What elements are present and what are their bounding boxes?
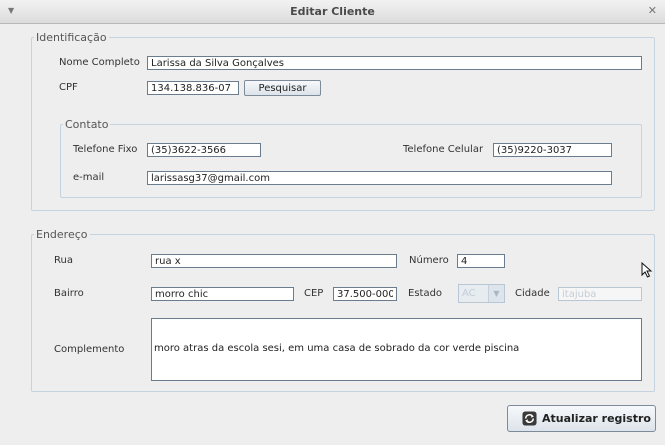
bairro-input[interactable] [151, 287, 294, 301]
rua-label: Rua [54, 255, 73, 266]
mouse-pointer-icon [641, 262, 653, 278]
window-title: Editar Cliente [290, 5, 375, 18]
telefone-fixo-label: Telefone Fixo [73, 144, 138, 155]
nome-label: Nome Completo [59, 57, 140, 68]
cep-input[interactable] [333, 287, 397, 301]
email-input[interactable] [147, 171, 612, 185]
rua-input[interactable] [151, 254, 397, 268]
bairro-label: Bairro [54, 288, 84, 299]
estado-value: AC [462, 288, 476, 299]
telefone-celular-label: Telefone Celular [403, 144, 484, 155]
identificacao-legend: Identificação [36, 31, 107, 44]
cpf-input[interactable] [147, 81, 239, 95]
telefone-celular-input[interactable] [493, 143, 612, 157]
atualizar-registro-button[interactable]: Atualizar registro [507, 405, 656, 432]
cpf-label: CPF [59, 82, 78, 93]
contato-group: Contato [60, 118, 642, 198]
endereco-legend: Endereço [36, 228, 88, 241]
close-icon[interactable]: ✕ [648, 4, 657, 17]
cidade-input[interactable] [558, 287, 642, 301]
cep-label: CEP [304, 288, 324, 299]
email-label: e-mail [73, 172, 105, 183]
complemento-textarea[interactable]: moro atras da escola sesi, em uma casa d… [151, 318, 642, 381]
complemento-label: Complemento [54, 344, 125, 355]
estado-label: Estado [408, 288, 443, 299]
refresh-icon [522, 411, 537, 426]
cidade-label: Cidade [515, 288, 550, 299]
pesquisar-button[interactable]: Pesquisar [244, 80, 321, 96]
estado-select[interactable]: AC ▼ [458, 284, 505, 303]
nome-completo-input[interactable] [147, 56, 642, 70]
numero-input[interactable] [457, 254, 505, 268]
title-bar: ▼ Editar Cliente ✕ [0, 0, 665, 24]
contato-legend: Contato [65, 118, 109, 131]
chevron-down-icon[interactable]: ▼ [488, 285, 504, 302]
telefone-fixo-input[interactable] [147, 143, 261, 157]
numero-label: Número [409, 255, 449, 266]
atualizar-registro-label: Atualizar registro [542, 412, 651, 425]
